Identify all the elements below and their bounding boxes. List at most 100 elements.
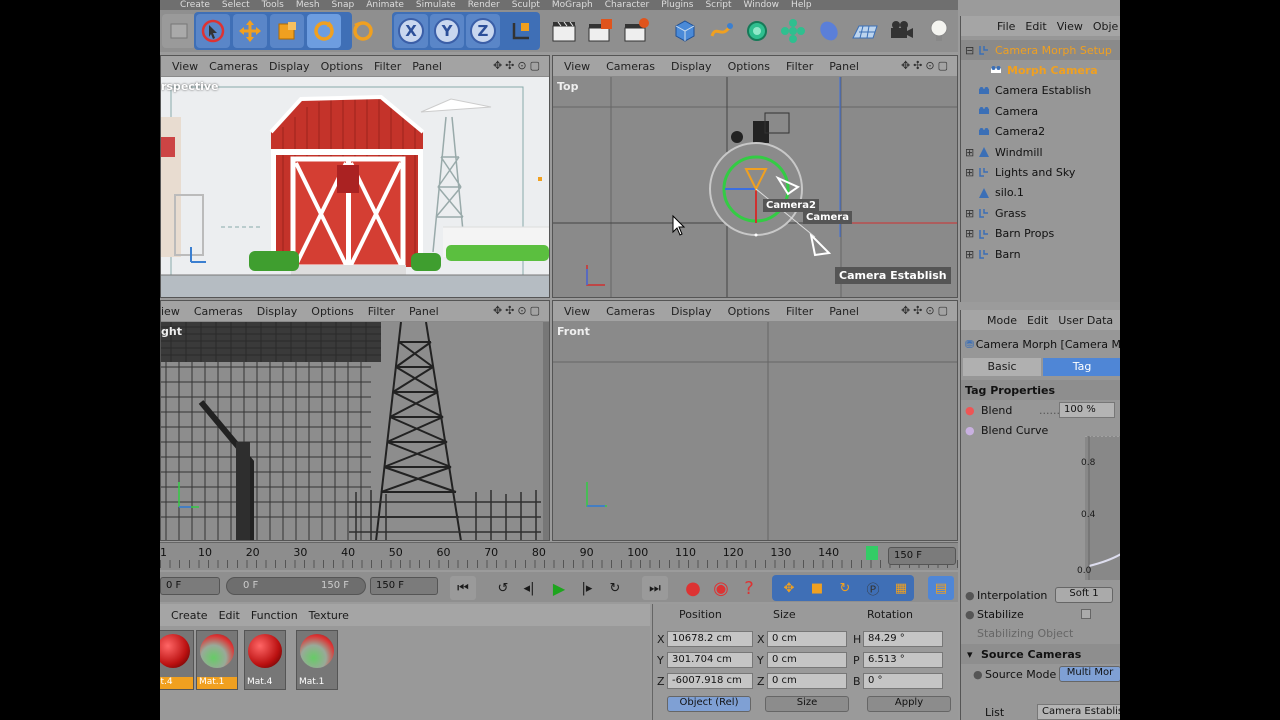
main-menu-item[interactable]: Help: [791, 1, 812, 10]
timeline-ruler[interactable]: 150 F 1 10 20 30 40 50 60 70 80 90 100 110 120 130 140: [160, 542, 958, 570]
vp-menu-display[interactable]: Display: [671, 60, 712, 73]
main-menu-item[interactable]: MoGraph: [552, 1, 593, 10]
rotation-h-field[interactable]: 84.29 °: [863, 631, 943, 647]
main-menu-item[interactable]: Select: [222, 1, 250, 10]
position-key-icon[interactable]: ✥: [776, 576, 802, 600]
perspective-viewport[interactable]: View Cameras Display Options Filter Pane…: [160, 55, 550, 298]
vp-menu-options[interactable]: Options: [728, 305, 770, 318]
object-row[interactable]: ⊞ Grass: [961, 203, 1120, 223]
front-viewport[interactable]: View Cameras Display Options Filter Pane…: [552, 300, 958, 541]
light-icon[interactable]: [922, 14, 956, 48]
rotation-p-field[interactable]: 6.513 °: [863, 652, 943, 668]
vp-menu-cameras[interactable]: Cameras: [194, 305, 243, 318]
object-row[interactable]: ⊞ Barn Props: [961, 224, 1120, 244]
material-swatch[interactable]: at.4: [160, 630, 194, 690]
vp-menu-panel[interactable]: Panel: [409, 305, 439, 318]
mat-menu-create[interactable]: Create: [171, 609, 208, 622]
attr-menu-user-data[interactable]: User Data: [1058, 314, 1113, 327]
attr-menu-mode[interactable]: Mode: [987, 314, 1017, 327]
deformer-icon[interactable]: [812, 14, 846, 48]
interpolation-dropdown[interactable]: Soft 1: [1055, 587, 1113, 603]
render-settings-icon[interactable]: [620, 14, 654, 48]
attr-menu-edit[interactable]: Edit: [1027, 314, 1048, 327]
viewport-nav-icons[interactable]: ✥✣⊙▢: [493, 59, 543, 72]
main-menu-item[interactable]: Animate: [366, 1, 404, 10]
vp-menu-cameras[interactable]: Cameras: [606, 305, 655, 318]
main-menu-item[interactable]: Tools: [262, 1, 284, 10]
move-tool-icon[interactable]: [233, 14, 267, 48]
vp-menu-view[interactable]: View: [564, 60, 590, 73]
keyframe-dot-icon[interactable]: ●: [965, 424, 981, 437]
go-to-end-icon[interactable]: ⏭: [642, 576, 668, 600]
vp-menu-options[interactable]: Options: [728, 60, 770, 73]
vp-menu-display[interactable]: Display: [257, 305, 298, 318]
vp-menu-filter[interactable]: Filter: [368, 305, 395, 318]
main-menu-item[interactable]: Create: [180, 1, 210, 10]
vp-menu-filter[interactable]: Filter: [786, 305, 813, 318]
x-axis-toggle[interactable]: X: [394, 14, 428, 48]
object-row[interactable]: silo.1: [961, 183, 1120, 203]
recent-tool-icon[interactable]: [346, 14, 380, 48]
keyframe-selection-icon[interactable]: ?: [736, 576, 762, 600]
spline-pen-icon[interactable]: [704, 14, 738, 48]
main-menu-item[interactable]: Script: [705, 1, 731, 10]
object-row[interactable]: ⊟ Camera Morph Setup: [961, 40, 1120, 60]
viewport-nav-icons[interactable]: ✥✣⊙▢: [493, 304, 543, 317]
list-field[interactable]: Camera Establis: [1037, 704, 1120, 720]
vp-menu-cameras[interactable]: Cameras: [606, 60, 655, 73]
size-y-field[interactable]: 0 cm: [767, 652, 847, 668]
stabilize-checkbox[interactable]: [1081, 609, 1091, 619]
rotate-tool-icon[interactable]: [307, 14, 341, 48]
mat-menu-edit[interactable]: Edit: [219, 609, 240, 622]
scale-key-icon[interactable]: ■: [804, 576, 830, 600]
position-x-field[interactable]: 10678.2 cm: [667, 631, 753, 647]
material-swatch[interactable]: Mat.1: [296, 630, 338, 690]
timeline-layout-icon[interactable]: ▤: [928, 576, 954, 600]
vp-menu-view[interactable]: View: [172, 60, 198, 73]
rotation-key-icon[interactable]: ↻: [832, 576, 858, 600]
vp-menu-panel[interactable]: Panel: [829, 60, 859, 73]
previous-key-icon[interactable]: ↺: [490, 576, 516, 600]
size-z-field[interactable]: 0 cm: [767, 673, 847, 689]
next-frame-icon[interactable]: |▸: [574, 576, 600, 600]
vp-menu-panel[interactable]: Panel: [412, 60, 442, 73]
render-view-icon[interactable]: [548, 14, 582, 48]
object-row[interactable]: Camera Establish: [961, 81, 1120, 101]
object-row[interactable]: ⊞ Lights and Sky: [961, 162, 1120, 182]
expand-toggle-icon[interactable]: ⊞: [965, 146, 979, 159]
viewport-nav-icons[interactable]: ✥✣⊙▢: [901, 304, 951, 317]
previous-frame-icon[interactable]: ◂|: [516, 576, 542, 600]
vp-menu-options[interactable]: Options: [321, 60, 363, 73]
obj-menu-edit[interactable]: Edit: [1025, 20, 1046, 33]
coordinate-system-icon[interactable]: [504, 14, 538, 48]
main-menu-item[interactable]: Simulate: [416, 1, 456, 10]
play-icon[interactable]: ▶: [546, 576, 572, 600]
blend-field[interactable]: 100 %: [1059, 402, 1115, 418]
object-row[interactable]: ⊞ Windmill: [961, 142, 1120, 162]
top-viewport[interactable]: View Cameras Display Options Filter Pane…: [552, 55, 958, 298]
vp-menu-filter[interactable]: Filter: [786, 60, 813, 73]
autokey-icon[interactable]: ◉: [708, 576, 734, 600]
obj-menu-objects[interactable]: Obje: [1093, 20, 1118, 33]
scale-tool-icon[interactable]: [270, 14, 304, 48]
next-key-icon[interactable]: ↻: [602, 576, 628, 600]
obj-menu-file[interactable]: File: [997, 20, 1015, 33]
main-menu-item[interactable]: Window: [744, 1, 780, 10]
mat-menu-texture[interactable]: Texture: [309, 609, 349, 622]
expand-toggle-icon[interactable]: ⊞: [965, 166, 979, 179]
playhead[interactable]: [866, 546, 878, 560]
object-row[interactable]: Camera: [961, 101, 1120, 121]
vp-menu-panel[interactable]: Panel: [829, 305, 859, 318]
coordinate-mode-dropdown[interactable]: Object (Rel): [667, 696, 751, 712]
position-z-field[interactable]: -6007.918 cm: [667, 673, 753, 689]
expand-toggle-icon[interactable]: ⊞: [965, 207, 979, 220]
main-menu-item[interactable]: Mesh: [296, 1, 320, 10]
vp-menu-filter[interactable]: Filter: [374, 60, 401, 73]
tab-tag[interactable]: Tag: [1043, 358, 1120, 376]
apply-button[interactable]: Apply: [867, 696, 951, 712]
main-menu-item[interactable]: Render: [468, 1, 500, 10]
source-mode-dropdown[interactable]: Multi Mor: [1059, 666, 1120, 682]
vp-menu-view[interactable]: iew: [161, 305, 180, 318]
expand-toggle-icon[interactable]: ⊟: [965, 44, 979, 57]
right-viewport[interactable]: iew Cameras Display Options Filter Panel…: [160, 300, 550, 541]
